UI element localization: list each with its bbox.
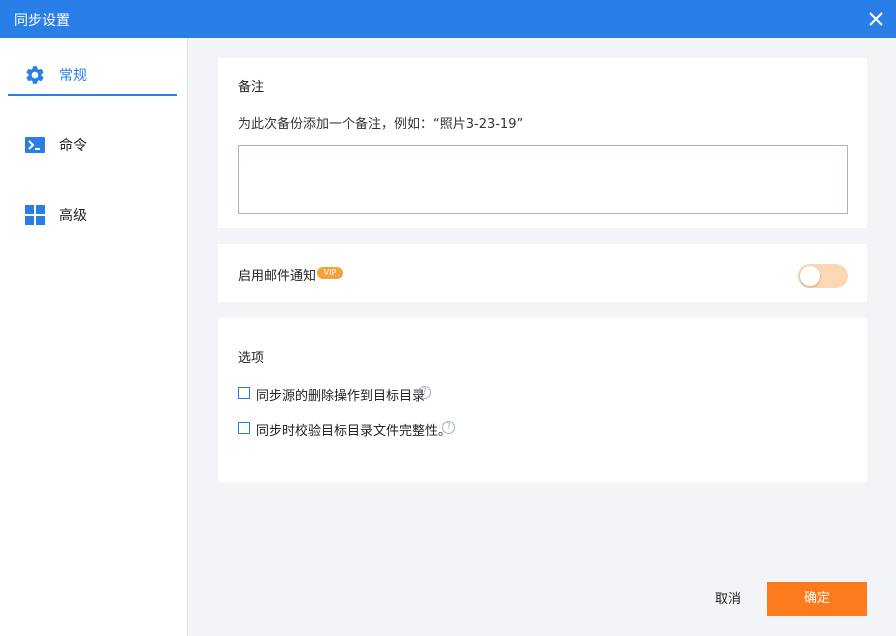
sync-delete-option[interactable]: 同步源的删除操作到目标目录 [238, 385, 438, 404]
options-card: 选项 同步源的删除操作到目标目录 ? 同步时校验目标目录文件完整性。 ? [218, 318, 867, 482]
verify-integrity-option[interactable]: 同步时校验目标目录文件完整性。 [238, 420, 451, 439]
email-notification-toggle[interactable] [798, 264, 848, 288]
sidebar-item-advanced[interactable]: 高级 [8, 192, 177, 236]
options-title: 选项 [238, 351, 265, 366]
help-icon[interactable]: ? [418, 386, 431, 399]
window-title: 同步设置 [14, 13, 70, 29]
sidebar-item-label: 高级 [59, 208, 87, 224]
email-card: 启用邮件通知 VIP [218, 244, 867, 302]
note-description: 为此次备份添加一个备注，例如：“照片3-23-19” [238, 117, 524, 132]
cancel-button[interactable]: 取消 [700, 584, 756, 616]
note-input[interactable] [238, 145, 848, 214]
verify-integrity-label: 同步时校验目标目录文件完整性。 [256, 424, 452, 439]
grid-icon [25, 205, 45, 225]
terminal-icon [25, 137, 45, 153]
toggle-knob [800, 266, 820, 286]
gear-icon [26, 66, 44, 84]
sidebar-item-label: 常规 [59, 68, 87, 84]
vip-badge: VIP [317, 267, 343, 279]
close-icon[interactable] [866, 9, 886, 29]
help-icon[interactable]: ? [442, 421, 455, 434]
sync-delete-checkbox[interactable] [238, 387, 250, 399]
sidebar-item-label: 命令 [59, 138, 87, 154]
confirm-button[interactable]: 确定 [767, 582, 867, 616]
title-bar: 同步设置 [0, 0, 896, 38]
note-title: 备注 [238, 80, 265, 95]
note-card: 备注 为此次备份添加一个备注，例如：“照片3-23-19” [218, 58, 867, 228]
sidebar-item-command[interactable]: 命令 [8, 122, 177, 166]
sync-delete-label: 同步源的删除操作到目标目录 [256, 389, 426, 404]
email-notification-label: 启用邮件通知 [238, 269, 317, 284]
sidebar-item-general[interactable]: 常规 [8, 52, 177, 96]
sidebar: 常规 命令 高级 [0, 38, 188, 636]
verify-integrity-checkbox[interactable] [238, 422, 250, 434]
